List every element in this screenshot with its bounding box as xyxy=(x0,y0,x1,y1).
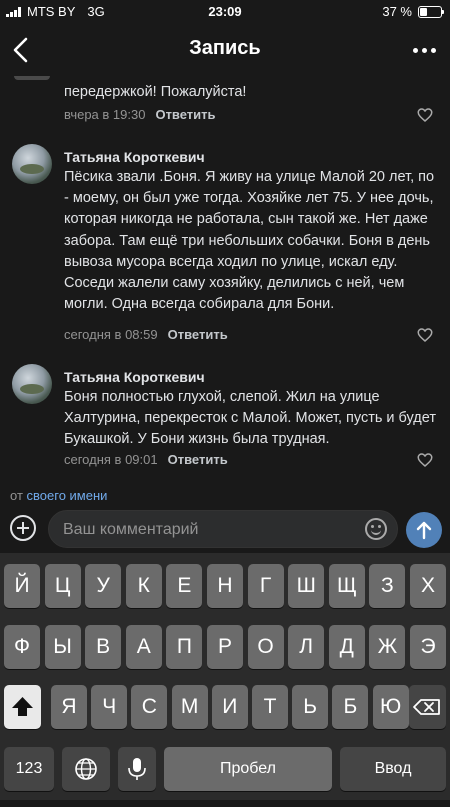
key-Ч[interactable]: Ч xyxy=(91,685,128,729)
avatar xyxy=(14,76,50,80)
key-Ф[interactable]: Ф xyxy=(4,625,40,669)
key-Й[interactable]: Й xyxy=(4,564,40,608)
more-horizontal-icon[interactable] xyxy=(413,48,436,53)
avatar[interactable] xyxy=(12,144,52,184)
plus-circle-icon[interactable] xyxy=(10,515,36,541)
microphone-icon xyxy=(128,758,146,780)
comment-text: Боня полностью глухой, слепой. Жил на ул… xyxy=(64,389,436,448)
key-З[interactable]: З xyxy=(369,564,406,608)
shift-key[interactable] xyxy=(4,685,41,729)
key-Щ[interactable]: Щ xyxy=(328,564,365,608)
status-bar: MTS BY 3G 23:09 37 % xyxy=(0,0,450,24)
enter-key[interactable]: Ввод xyxy=(340,747,446,791)
backspace-icon xyxy=(413,699,440,715)
key-О[interactable]: О xyxy=(247,625,284,669)
numbers-key[interactable]: 123 xyxy=(4,747,54,791)
comment-time: сегодня в 09:01 xyxy=(64,452,158,467)
key-Ц[interactable]: Ц xyxy=(44,564,81,608)
key-Х[interactable]: Х xyxy=(410,564,446,608)
key-И[interactable]: И xyxy=(211,685,248,729)
comment-text: передержкой! Пожалуйста! xyxy=(64,84,247,100)
delete-key[interactable] xyxy=(409,685,446,729)
heart-icon[interactable] xyxy=(416,326,434,344)
key-Т[interactable]: Т xyxy=(252,685,288,729)
key-Б[interactable]: Б xyxy=(332,685,369,729)
keyboard: 123 Пробел Ввод ЙЦУКЕНГШЩЗХ ФЫВАПРОЛДЖЭ ЯЧ… xyxy=(0,553,450,800)
globe-key[interactable] xyxy=(62,747,110,791)
key-Р[interactable]: Р xyxy=(207,625,243,669)
key-Я[interactable]: Я xyxy=(51,685,87,729)
comment-input-box xyxy=(48,510,398,549)
comment-input[interactable] xyxy=(61,511,355,549)
heart-icon[interactable] xyxy=(416,106,434,124)
post-as-prefix: от xyxy=(10,488,23,503)
smile-icon[interactable] xyxy=(365,518,387,540)
comments-list: передержкой! Пожалуйста! вчера в 19:30 От… xyxy=(0,76,450,478)
key-С[interactable]: С xyxy=(131,685,168,729)
comment-composer xyxy=(0,507,450,553)
comment-time: сегодня в 08:59 xyxy=(64,327,158,342)
key-Ю[interactable]: Ю xyxy=(372,685,409,729)
heart-icon[interactable] xyxy=(416,451,434,469)
key-Н[interactable]: Н xyxy=(207,564,243,608)
comment-time: вчера в 19:30 xyxy=(64,107,146,122)
comment-author[interactable]: Татьяна Короткевич xyxy=(64,369,205,385)
key-В[interactable]: В xyxy=(85,625,122,669)
key-Ш[interactable]: Ш xyxy=(288,564,325,608)
battery-percent: 37 % xyxy=(382,4,412,19)
post-as-line: от своего имени xyxy=(10,488,107,503)
key-Ь[interactable]: Ь xyxy=(292,685,329,729)
key-Э[interactable]: Э xyxy=(410,625,446,669)
space-key[interactable]: Пробел xyxy=(164,747,332,791)
send-button[interactable] xyxy=(406,512,442,548)
comment-meta: вчера в 19:30 Ответить xyxy=(64,107,216,122)
avatar[interactable] xyxy=(12,364,52,404)
page-title: Запись xyxy=(189,37,261,59)
globe-icon xyxy=(75,758,97,780)
key-Ы[interactable]: Ы xyxy=(44,625,81,669)
key-Л[interactable]: Л xyxy=(288,625,325,669)
key-Г[interactable]: Г xyxy=(247,564,284,608)
mic-key[interactable] xyxy=(118,747,156,791)
key-К[interactable]: К xyxy=(125,564,162,608)
key-М[interactable]: М xyxy=(171,685,208,729)
key-П[interactable]: П xyxy=(166,625,203,669)
battery-icon xyxy=(418,5,444,18)
nav-header: Запись xyxy=(0,24,450,76)
comment-item: Татьяна Короткевич Боня полностью глухой… xyxy=(0,364,450,474)
comment-item: передержкой! Пожалуйста! вчера в 19:30 От… xyxy=(0,76,450,140)
key-Е[interactable]: Е xyxy=(166,564,203,608)
comment-meta: сегодня в 08:59 Ответить xyxy=(64,327,228,342)
comment-text: Пёсика звали .Боня. Я живу на улице Мало… xyxy=(64,169,435,313)
key-Ж[interactable]: Ж xyxy=(369,625,406,669)
key-Д[interactable]: Д xyxy=(328,625,365,669)
post-as-link[interactable]: своего имени xyxy=(27,488,108,503)
comment-item: Татьяна Короткевич Пёсика звали .Боня. Я… xyxy=(0,144,450,354)
reply-button[interactable]: Ответить xyxy=(168,327,228,342)
key-А[interactable]: А xyxy=(125,625,162,669)
arrow-up-icon xyxy=(416,521,432,540)
shift-icon xyxy=(12,697,33,716)
reply-button[interactable]: Ответить xyxy=(168,452,228,467)
reply-button[interactable]: Ответить xyxy=(155,107,215,122)
comment-author[interactable]: Татьяна Короткевич xyxy=(64,149,205,165)
key-У[interactable]: У xyxy=(85,564,122,608)
comment-meta: сегодня в 09:01 Ответить xyxy=(64,452,228,467)
